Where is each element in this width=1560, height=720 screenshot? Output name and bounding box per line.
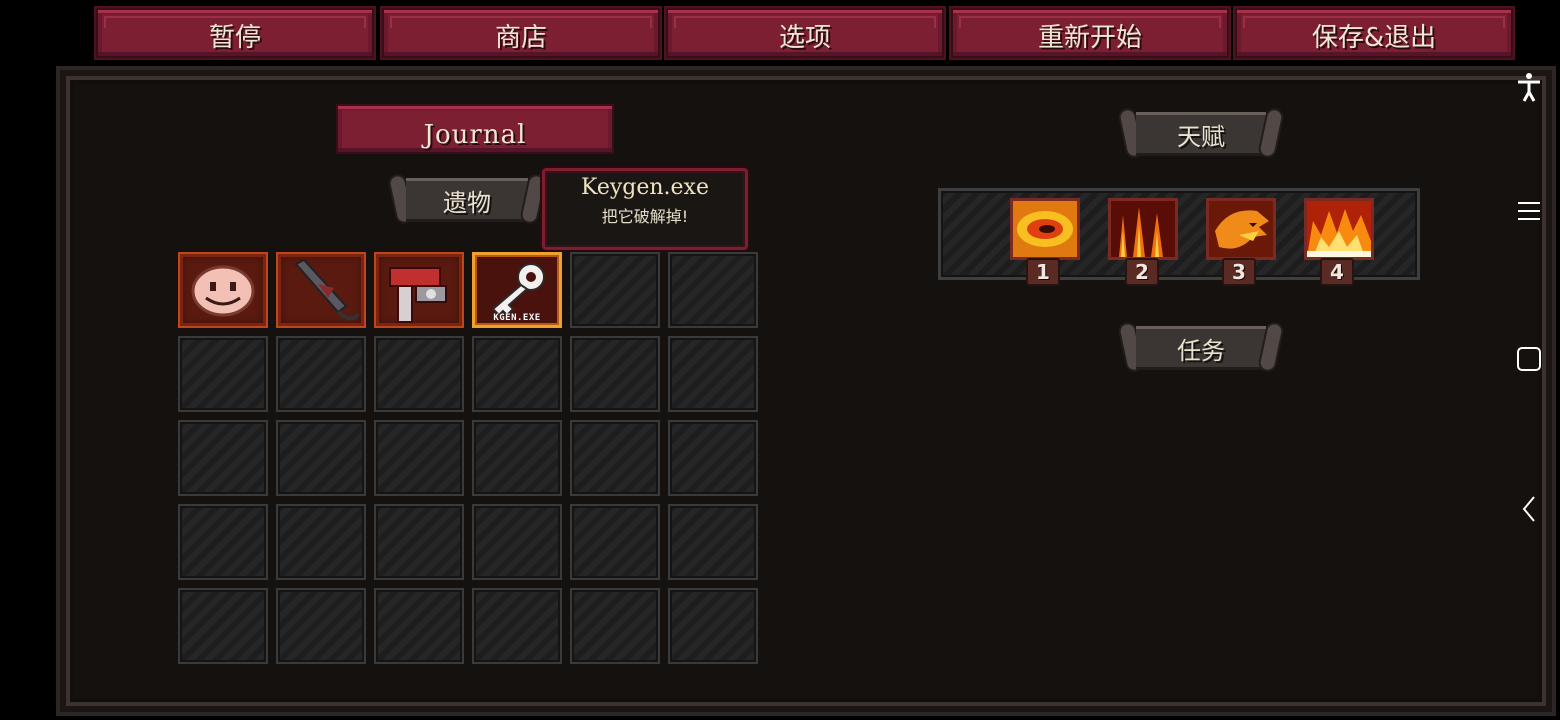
talent-slot-1[interactable] [1010,198,1080,260]
relic-slot-machine[interactable] [374,252,464,328]
relic-slot-empty[interactable] [374,420,464,496]
relic-slot-empty[interactable] [276,504,366,580]
relic-slot-empty[interactable] [668,336,758,412]
relic-slot-empty[interactable] [374,588,464,664]
relics-header: 遗物 [443,188,491,217]
relic-slot-empty[interactable] [668,588,758,664]
relic-slot-empty[interactable] [374,336,464,412]
relic-slot-empty[interactable] [668,504,758,580]
home-square-icon[interactable] [1514,344,1544,374]
fire-rain-icon [1111,201,1175,257]
talent-number-3: 3 [1222,258,1256,286]
fire-wall-icon [1307,201,1371,257]
red-machine-relic-icon [389,267,447,323]
fire-vortex-icon [1013,201,1077,257]
talent-slot-3[interactable] [1206,198,1276,260]
relic-slot-dagger[interactable] [276,252,366,328]
relic-slot-empty[interactable] [178,504,268,580]
quests-header: 任务 [1177,336,1225,365]
relic-slot-empty[interactable] [472,336,562,412]
relic-slot-empty[interactable] [374,504,464,580]
save-exit-button[interactable]: 保存&退出 [1233,6,1515,60]
relic-slot-keygen[interactable]: KGEN.EXE [472,252,562,328]
relic-slot-empty[interactable] [472,588,562,664]
talent-number-1: 1 [1026,258,1060,286]
relic-slot-empty[interactable] [276,420,366,496]
relic-slot-empty[interactable] [178,336,268,412]
top-menu-bar: 暂停 商店 选项 重新开始 保存&退出 [94,6,1516,60]
relic-slot-empty[interactable] [472,420,562,496]
smiley-face-relic-icon [191,265,255,317]
pause-button[interactable]: 暂停 [94,6,376,60]
talent-number-4: 4 [1320,258,1354,286]
relic-slot-empty[interactable] [472,504,562,580]
accessibility-icon[interactable] [1514,72,1544,102]
relic-slot-empty[interactable] [668,420,758,496]
relic-slot-empty[interactable] [570,252,660,328]
relic-slot-empty[interactable] [570,420,660,496]
tooltip-description: 把它破解掉! [601,207,689,226]
relic-slot-empty[interactable] [570,336,660,412]
talent-slot-2[interactable] [1108,198,1178,260]
relic-slot-empty[interactable] [178,420,268,496]
restart-button[interactable]: 重新开始 [949,6,1231,60]
relics-header-banner: 遗物 [386,172,548,226]
talent-slot-4[interactable] [1304,198,1374,260]
relic-tooltip: Keygen.exe 把它破解掉! [540,166,750,252]
relic-slot-empty[interactable] [570,588,660,664]
relic-grid: KGEN.EXE [178,252,762,664]
talent-number-2: 2 [1125,258,1159,286]
talents-header: 天赋 [1177,122,1225,151]
keygen-caption: KGEN.EXE [493,313,541,323]
menu-icon[interactable] [1514,196,1544,226]
relic-slot-empty[interactable] [276,336,366,412]
fire-dragon-icon [1209,201,1273,257]
relic-slot-empty[interactable] [668,252,758,328]
relic-slot-empty[interactable] [276,588,366,664]
back-chevron-icon[interactable] [1514,494,1544,524]
quests-header-banner: 任务 [1116,320,1286,374]
shop-button[interactable]: 商店 [380,6,662,60]
tooltip-title: Keygen.exe [580,175,709,200]
talents-header-banner: 天赋 [1116,106,1286,160]
options-button[interactable]: 选项 [664,6,946,60]
relic-slot-smiley[interactable] [178,252,268,328]
dark-dagger-relic-icon [294,258,360,321]
relic-slot-empty[interactable] [570,504,660,580]
relic-slot-empty[interactable] [178,588,268,664]
journal-button[interactable]: Journal [336,104,614,154]
